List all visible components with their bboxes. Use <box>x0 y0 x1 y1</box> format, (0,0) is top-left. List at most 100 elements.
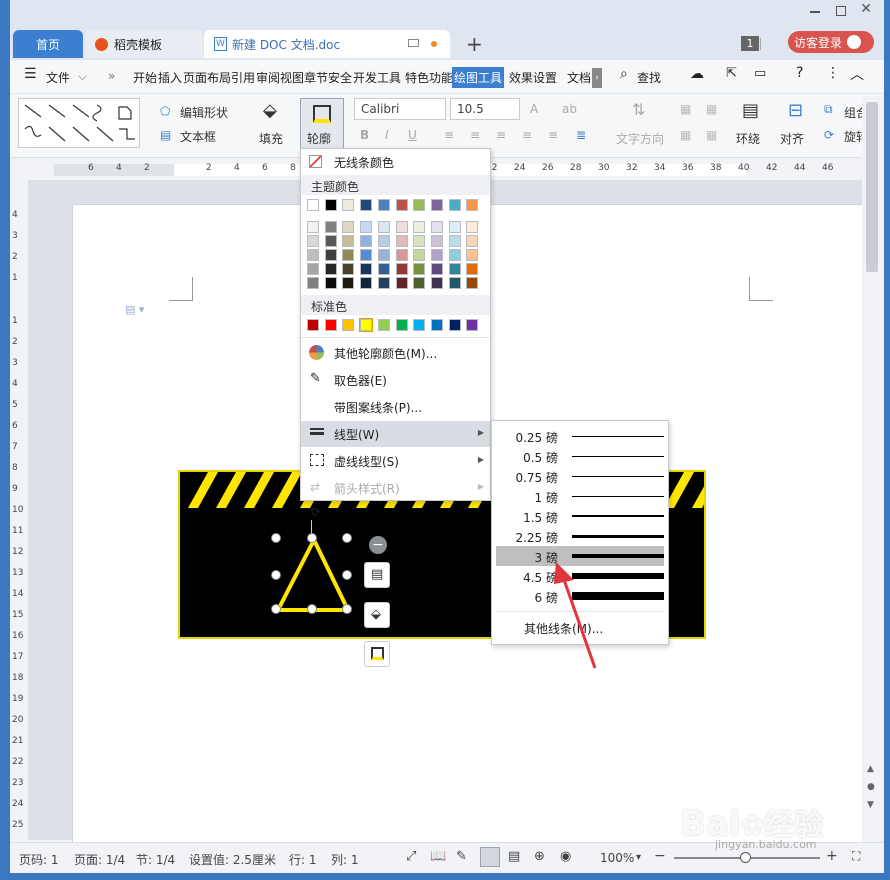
menu-item-doc[interactable]: 文档 <box>567 69 591 86</box>
theme-tint-swatch[interactable] <box>466 263 479 275</box>
align-right-icon[interactable]: ≡ <box>496 128 506 142</box>
text-direction-icon[interactable]: ⇅ <box>632 100 645 119</box>
share-icon[interactable]: ⇱ <box>726 66 737 81</box>
resize-handle[interactable] <box>271 604 281 614</box>
theme-color-swatch[interactable] <box>360 199 373 211</box>
standard-color-swatch[interactable] <box>307 319 319 331</box>
theme-tint-swatch[interactable] <box>360 263 373 275</box>
theme-tint-swatch[interactable] <box>413 221 426 233</box>
theme-tint-swatch[interactable] <box>430 235 443 247</box>
theme-tint-swatch[interactable] <box>377 235 390 247</box>
resize-handle[interactable] <box>271 570 281 580</box>
text-tool-icon-3[interactable]: ▦ <box>680 128 691 142</box>
theme-tint-swatch[interactable] <box>413 263 426 275</box>
highlight-icon[interactable]: ab <box>562 102 577 116</box>
theme-tint-swatch[interactable] <box>448 221 461 233</box>
theme-tint-swatch[interactable] <box>342 249 355 261</box>
new-tab-button[interactable]: + <box>466 32 483 56</box>
theme-tint-swatch[interactable] <box>342 277 355 289</box>
italic-icon[interactable]: I <box>385 128 389 142</box>
eye-protect-icon[interactable]: ◉ <box>560 849 571 864</box>
line-weight-option[interactable]: 2.25 磅 <box>496 526 664 546</box>
fit-window-icon[interactable]: ⛶ <box>852 849 860 864</box>
vertical-scrollbar[interactable]: ▲ ● ▼ <box>862 96 884 842</box>
bold-icon[interactable]: B <box>360 128 369 142</box>
theme-tint-swatch[interactable] <box>360 277 373 289</box>
double-chevron-icon[interactable]: » <box>108 69 115 83</box>
text-tool-icon-2[interactable]: ▦ <box>706 102 717 116</box>
theme-tint-swatch[interactable] <box>430 221 443 233</box>
theme-tint-swatch[interactable] <box>395 263 408 275</box>
distribute-icon[interactable]: ≡ <box>548 128 558 142</box>
scroll-thumb[interactable] <box>866 102 878 272</box>
collapse-ribbon-icon[interactable]: ︿ <box>850 64 864 84</box>
web-view-icon[interactable]: ⊕ <box>534 849 545 864</box>
page-count[interactable]: 页面: 1/4 <box>74 851 125 868</box>
theme-tint-swatch[interactable] <box>360 221 373 233</box>
zoom-slider-handle[interactable] <box>740 852 751 863</box>
theme-tint-swatch[interactable] <box>342 221 355 233</box>
more-icon[interactable]: ⋮ <box>826 65 840 81</box>
column-value[interactable]: 列: 1 <box>331 851 359 868</box>
tab-document[interactable]: W 新建 DOC 文档.doc <box>204 30 450 58</box>
search-label[interactable]: 查找 <box>637 69 661 86</box>
window-count-badge[interactable]: 1 <box>741 36 759 51</box>
resize-handle[interactable] <box>271 533 281 543</box>
menu-item-chapter[interactable]: 章节 <box>304 69 328 86</box>
theme-tint-swatch[interactable] <box>377 277 390 289</box>
theme-tint-swatch[interactable] <box>324 277 337 289</box>
theme-color-swatch[interactable] <box>307 199 319 211</box>
float-wrap-icon[interactable]: ▤ <box>364 562 390 588</box>
edit-shape-button[interactable]: 编辑形状 <box>180 104 228 121</box>
align-button[interactable]: 对齐 <box>780 130 804 147</box>
theme-tint-swatch[interactable] <box>307 235 319 247</box>
standard-color-swatch[interactable] <box>430 319 443 331</box>
theme-tint-swatch[interactable] <box>395 221 408 233</box>
theme-color-swatch[interactable] <box>413 199 426 211</box>
justify-icon[interactable]: ≡ <box>522 128 532 142</box>
text-tool-icon-4[interactable]: ▦ <box>706 128 717 142</box>
theme-tint-swatch[interactable] <box>342 235 355 247</box>
outline-view-icon[interactable]: ▤ <box>508 849 520 864</box>
menu-item-devtools[interactable]: 开发工具 <box>353 69 401 86</box>
zoom-out-icon[interactable]: − <box>654 848 666 864</box>
outline-button[interactable]: 轮廓 <box>300 98 344 150</box>
theme-tint-swatch[interactable] <box>342 263 355 275</box>
menu-item-layout[interactable]: 页面布局 <box>183 69 231 86</box>
next-page-icon[interactable]: ▼ <box>867 800 874 810</box>
rotate-icon[interactable]: ⟳ <box>824 128 834 142</box>
cloud-icon[interactable]: ☁ <box>690 66 704 82</box>
collapse-float-icon[interactable]: − <box>369 536 387 554</box>
theme-tint-swatch[interactable] <box>413 249 426 261</box>
menu-item-view[interactable]: 视图 <box>280 69 304 86</box>
theme-tint-swatch[interactable] <box>466 249 479 261</box>
theme-tint-swatch[interactable] <box>395 235 408 247</box>
fill-icon[interactable]: ⬙ <box>263 100 277 121</box>
hamburger-icon[interactable]: ☰ <box>24 66 37 82</box>
align-center-icon[interactable]: ≡ <box>470 128 480 142</box>
wrap-button[interactable]: 环绕 <box>736 130 760 147</box>
select-browse-icon[interactable]: ● <box>867 782 875 792</box>
pattern-line-option[interactable]: 带图案线条(P)... <box>301 394 490 420</box>
standard-color-swatch[interactable] <box>324 319 337 331</box>
theme-tint-swatch[interactable] <box>324 263 337 275</box>
reading-mode-icon[interactable]: 📖 <box>430 849 446 864</box>
textbox-button[interactable]: 文本框 <box>180 128 216 145</box>
text-direction-button[interactable]: 文字方向 <box>616 130 664 147</box>
resize-handle[interactable] <box>342 533 352 543</box>
theme-tint-swatch[interactable] <box>430 277 443 289</box>
menu-scroll-right-icon[interactable]: › <box>592 68 602 88</box>
theme-tint-swatch[interactable] <box>466 235 479 247</box>
align-icon[interactable]: ⊟ <box>788 100 803 121</box>
textbox-icon[interactable]: ▤ <box>160 128 171 142</box>
standard-color-swatch[interactable] <box>342 319 355 331</box>
theme-tint-swatch[interactable] <box>360 249 373 261</box>
group-icon[interactable]: ⧉ <box>824 102 833 117</box>
zoom-dropdown-icon[interactable]: ▾ <box>636 852 641 863</box>
theme-color-swatch[interactable] <box>342 199 355 211</box>
help-icon[interactable]: ? <box>796 65 803 81</box>
line-weight-option[interactable]: 0.5 磅 <box>496 446 664 466</box>
line-weight-option[interactable]: 0.25 磅 <box>496 426 664 446</box>
tab-home[interactable]: 首页 <box>13 30 83 58</box>
menu-item-insert[interactable]: 插入 <box>158 69 182 86</box>
